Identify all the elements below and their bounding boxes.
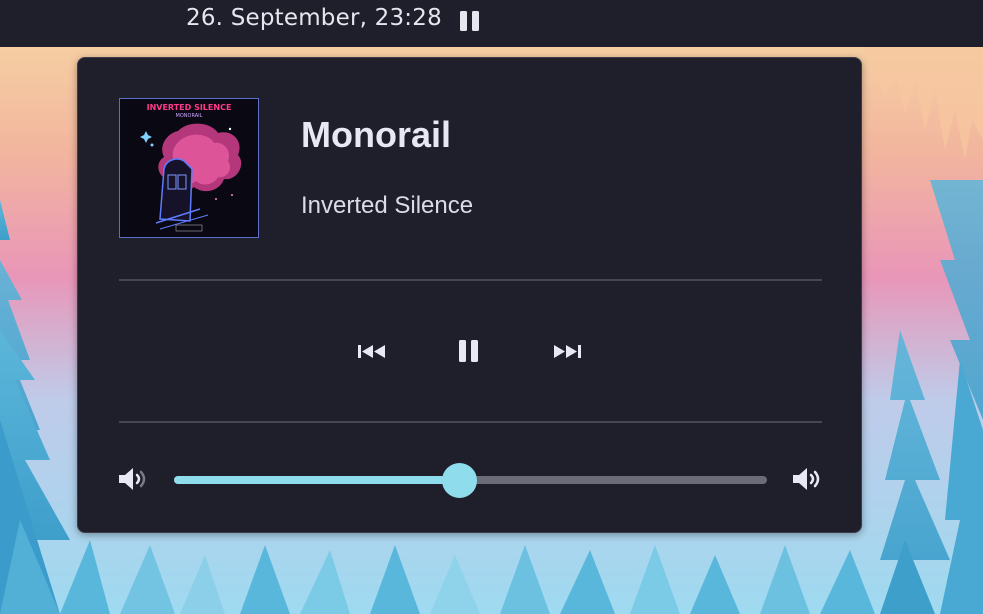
- album-art: INVERTED SILENCE MONORAIL: [119, 98, 259, 238]
- volume-slider-knob[interactable]: [441, 463, 477, 498]
- clock[interactable]: 26. September, 23:28: [186, 5, 442, 31]
- volume-high-icon[interactable]: [791, 465, 823, 493]
- track-title: Monorail: [301, 114, 451, 155]
- volume-slider-fill: [174, 476, 459, 484]
- play-pause-button[interactable]: [452, 338, 486, 364]
- next-track-button[interactable]: [551, 338, 585, 364]
- track-artist: Inverted Silence: [301, 192, 474, 219]
- skip-next-icon: [554, 345, 581, 358]
- volume-low-icon[interactable]: [117, 465, 149, 493]
- divider: [119, 421, 822, 423]
- previous-track-button[interactable]: [355, 338, 389, 364]
- volume-slider[interactable]: [174, 463, 767, 498]
- album-art-artist-text: INVERTED SILENCE: [147, 103, 232, 112]
- album-art-title-text: MONORAIL: [176, 113, 203, 119]
- media-player-popup: INVERTED SILENCE MONORAIL Monorail Inver…: [77, 57, 862, 533]
- pause-icon: [459, 340, 478, 362]
- skip-previous-icon: [358, 345, 385, 358]
- pause-icon[interactable]: [459, 10, 481, 32]
- top-bar: 26. September, 23:28: [0, 0, 983, 47]
- divider: [119, 279, 822, 281]
